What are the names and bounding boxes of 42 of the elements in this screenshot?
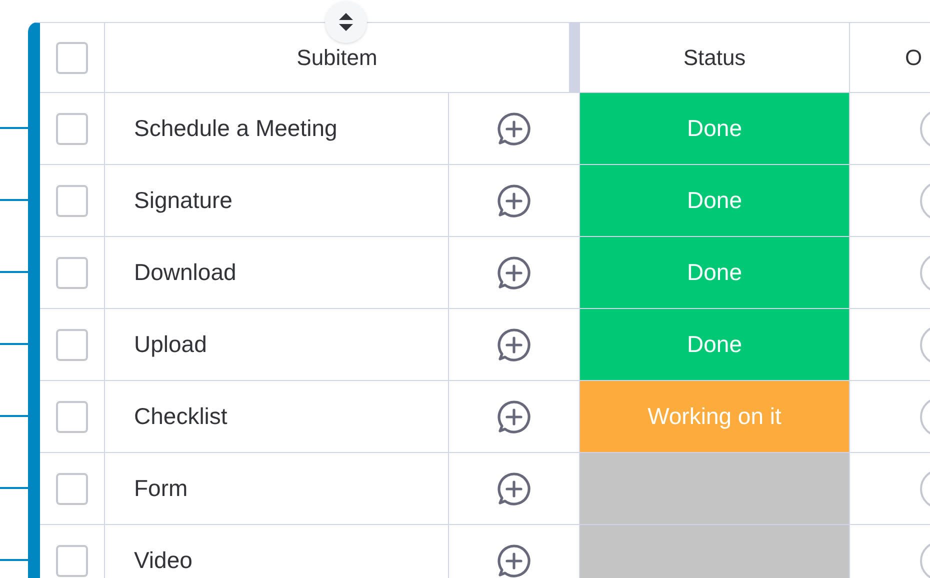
status-cell[interactable]: Done <box>579 165 850 236</box>
resize-handle[interactable] <box>569 23 579 92</box>
add-update-icon[interactable] <box>496 254 532 290</box>
column-header: Subitem <box>296 44 378 72</box>
status-cell[interactable] <box>579 453 850 524</box>
status-cell[interactable]: Working on it <box>579 381 850 452</box>
subitem-name: Form <box>134 474 188 504</box>
status-cell[interactable]: Done <box>579 93 850 164</box>
add-update-icon[interactable] <box>496 110 532 146</box>
connector-line <box>0 127 28 129</box>
checkbox[interactable] <box>56 184 88 216</box>
checkbox[interactable] <box>56 256 88 288</box>
add-update-icon[interactable] <box>496 542 532 578</box>
checkbox[interactable] <box>56 328 88 360</box>
subitem-name: Signature <box>134 186 232 216</box>
connector-line <box>0 271 28 273</box>
checkbox[interactable] <box>56 544 88 576</box>
subitem-name: Schedule a Meeting <box>134 114 338 144</box>
add-update-icon[interactable] <box>496 326 532 362</box>
add-update-icon[interactable] <box>496 182 532 218</box>
column-header: O <box>905 44 922 72</box>
connector-line <box>0 559 28 561</box>
checkbox[interactable] <box>56 400 88 432</box>
checkbox[interactable] <box>56 472 88 504</box>
subitem-name: Upload <box>134 330 207 360</box>
status-cell[interactable]: Done <box>579 237 850 308</box>
subitem-name: Checklist <box>134 402 228 432</box>
connector-line <box>0 343 28 345</box>
checkbox[interactable] <box>56 112 88 144</box>
sort-handle[interactable] <box>325 1 367 43</box>
sort-icon <box>338 12 354 32</box>
subitem-name: Video <box>134 546 192 576</box>
add-update-icon[interactable] <box>496 398 532 434</box>
subitem-name: Download <box>134 258 236 288</box>
connector-line <box>0 199 28 201</box>
connector-line <box>0 415 28 417</box>
add-update-icon[interactable] <box>496 470 532 506</box>
checkbox[interactable] <box>56 42 88 74</box>
column-header: Status <box>579 23 850 92</box>
status-cell[interactable]: Done <box>579 309 850 380</box>
connector-line <box>0 487 28 489</box>
status-cell[interactable] <box>579 525 850 578</box>
